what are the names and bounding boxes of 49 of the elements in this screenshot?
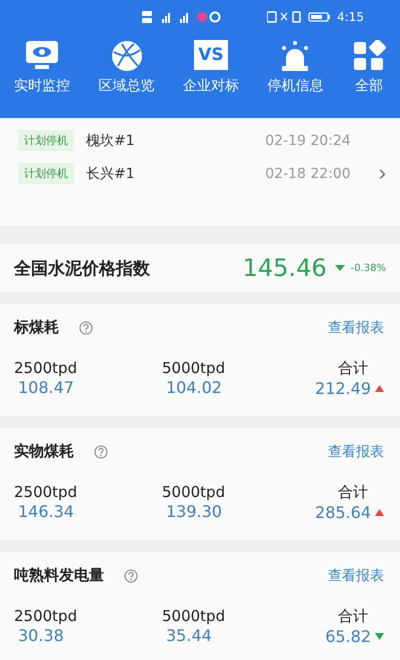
metric-value: 30.38 bbox=[18, 626, 65, 645]
plant-name: 长兴#1 bbox=[86, 164, 135, 182]
report-link[interactable]: 查看报表 bbox=[328, 318, 384, 336]
metric-value: 146.34 bbox=[18, 502, 75, 521]
nav-item[interactable]: VS 企业对标 bbox=[182, 40, 239, 95]
report-link[interactable]: 查看报表 bbox=[328, 442, 384, 460]
index-change: -0.38% bbox=[350, 262, 386, 274]
total-label: 合计 bbox=[338, 359, 368, 378]
metric-value: 139.30 bbox=[166, 502, 223, 521]
help-icon[interactable] bbox=[79, 320, 93, 334]
report-link[interactable]: 查看报表 bbox=[328, 566, 384, 584]
index-value: 145.46 bbox=[242, 254, 327, 282]
section-title: 吨熟料发电量 bbox=[14, 566, 104, 585]
nav-item[interactable]: 全部 bbox=[352, 40, 386, 95]
nav-item[interactable]: 区域总览 bbox=[98, 40, 155, 95]
help-icon[interactable] bbox=[94, 444, 108, 458]
total-value: 65.82 bbox=[325, 627, 371, 646]
status-tag: 计划停机 bbox=[18, 163, 74, 184]
nav-item[interactable]: 停机信息 bbox=[267, 40, 324, 95]
signal-icon bbox=[142, 11, 222, 23]
nav-item[interactable]: 实时监控 bbox=[14, 40, 70, 95]
status-tag: 计划停机 bbox=[18, 130, 74, 151]
plant-name: 槐坎#1 bbox=[86, 132, 135, 150]
section-title: 标煤耗 bbox=[14, 318, 59, 337]
vs-icon: VS bbox=[194, 40, 228, 70]
clock: 4:15 bbox=[337, 10, 364, 24]
total-label: 合计 bbox=[338, 483, 368, 502]
total-value: 212.49 bbox=[315, 379, 371, 398]
metric-label: 5000tpd bbox=[162, 359, 226, 377]
globe-icon bbox=[110, 40, 144, 72]
metric-label: 2500tpd bbox=[14, 483, 78, 501]
metric-value: 104.02 bbox=[166, 378, 223, 397]
index-title: 全国水泥价格指数 bbox=[14, 258, 151, 280]
monitor-eye-icon bbox=[25, 40, 60, 72]
metric-value: 35.44 bbox=[166, 626, 213, 645]
help-icon[interactable] bbox=[124, 568, 138, 582]
total-label: 合计 bbox=[338, 607, 368, 626]
metric-label: 5000tpd bbox=[162, 483, 226, 501]
metric-label: 2500tpd bbox=[14, 359, 78, 377]
chevron-button[interactable]: › bbox=[378, 160, 386, 186]
shutdown-time: 02-18 22:00 bbox=[265, 166, 351, 182]
section-title: 实物煤耗 bbox=[14, 442, 74, 461]
battery-icon bbox=[267, 11, 331, 23]
metric-label: 5000tpd bbox=[162, 607, 226, 625]
total-value: 285.64 bbox=[315, 503, 371, 522]
metric-value: 108.47 bbox=[18, 378, 75, 397]
metric-label: 2500tpd bbox=[14, 607, 78, 625]
shutdown-time: 02-19 20:24 bbox=[265, 132, 351, 148]
grid-icon bbox=[352, 40, 386, 72]
